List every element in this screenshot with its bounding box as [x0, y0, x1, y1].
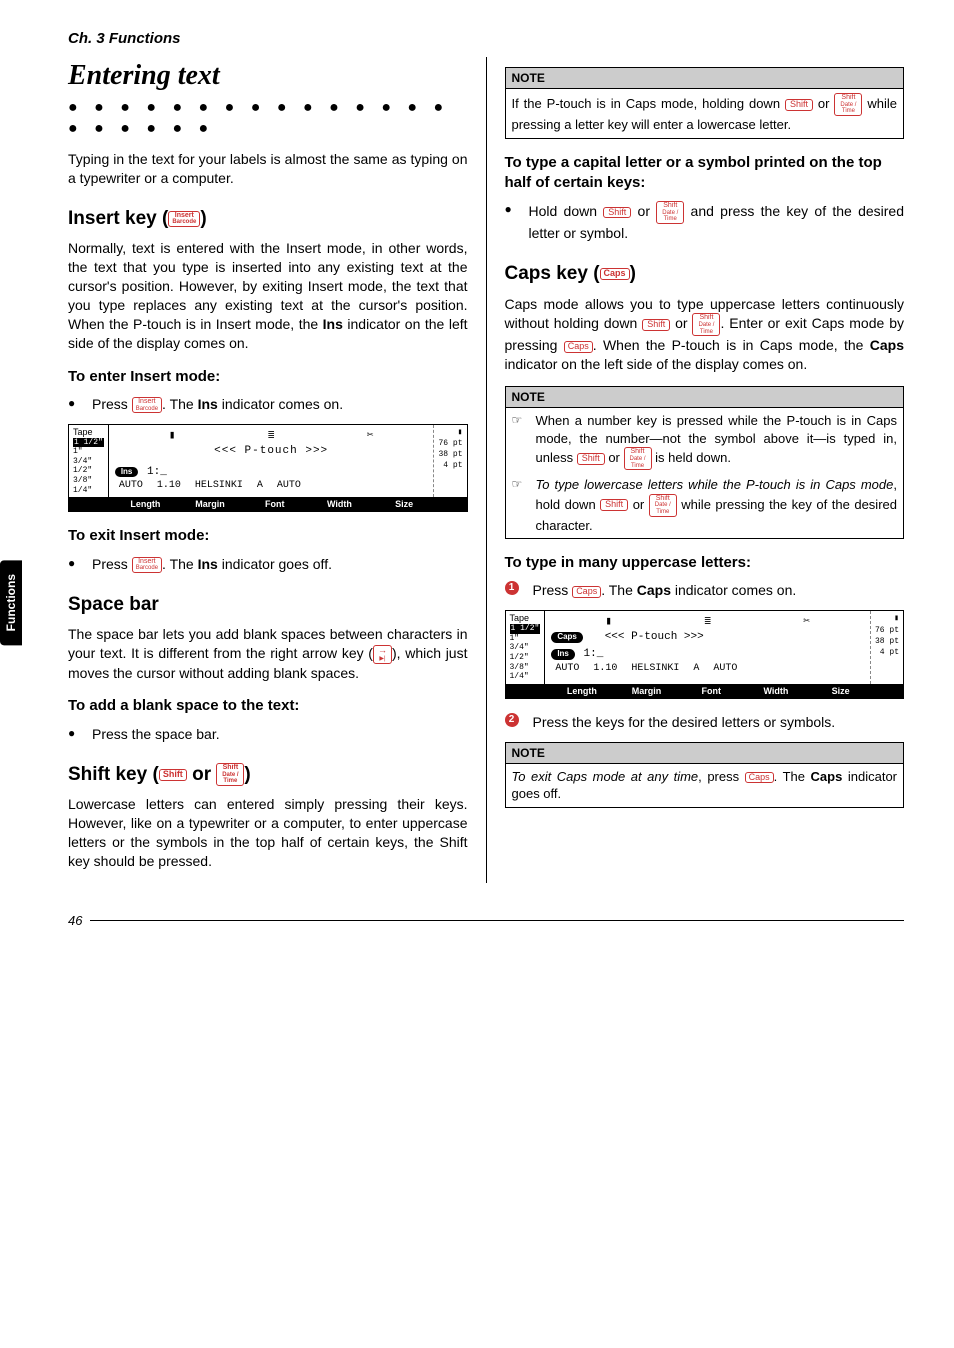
bullet-icon: ● — [68, 395, 78, 411]
insert-keycap-icon: InsertBarcode — [132, 557, 162, 573]
right-arrow-keycap-icon: →▶| — [373, 645, 392, 663]
caps-key-heading: Caps key (Caps) — [505, 261, 905, 287]
page-number: 46 — [68, 913, 82, 928]
lcd-tape-column: Tape 1 1/2" 1" 3/4" 1/2" 3/8" 1/4" — [69, 425, 109, 497]
space-body: The space bar lets you add blank spaces … — [68, 625, 468, 682]
shift-date-keycap-icon: ShiftDate /Time — [649, 494, 677, 517]
exit-insert-step: ● Press InsertBarcode. The Ins indicator… — [68, 555, 468, 574]
add-space-heading: To add a blank space to the text: — [68, 696, 468, 716]
shift-keycap-icon: Shift — [600, 499, 628, 511]
ins-pill: Ins — [551, 649, 575, 660]
shift-keycap-icon: Shift — [785, 99, 813, 111]
caps-keycap-icon: Caps — [600, 268, 630, 280]
shift-date-keycap-icon: ShiftDate /Time — [656, 201, 684, 224]
note-header: NOTE — [506, 743, 904, 764]
insert-heading-text: Insert key ( — [68, 208, 168, 229]
bullet-icon: ● — [68, 555, 78, 571]
caps-keycap-icon: Caps — [745, 772, 774, 784]
note-box-3: NOTE To exit Caps mode at any time, pres… — [505, 742, 905, 808]
bullet-icon: ● — [68, 725, 78, 741]
lcd-display-1: Tape 1 1/2" 1" 3/4" 1/2" 3/8" 1/4" ▮ ≣ ✂… — [68, 424, 468, 513]
title-dots: ● ● ● ● ● ● ● ● ● ● ● ● ● ● ● ● ● ● ● ● … — [68, 97, 468, 140]
pointer-icon: ☞ — [512, 412, 522, 428]
shift-keycap-icon: Shift — [603, 207, 631, 219]
step-1-icon: 1 — [505, 581, 519, 595]
note-header: NOTE — [506, 387, 904, 408]
lcd-label-row: LengthMarginFontWidthSize — [506, 684, 904, 698]
shift-date-keycap-icon: ShiftDate /Time — [834, 93, 862, 116]
side-tab: Functions — [0, 560, 22, 645]
shift-key-heading: Shift key (Shift or ShiftDate /Time) — [68, 762, 468, 788]
lcd-main: ▮ ≣ ✂ <<< P-touch >>> Ins 1:_ AUTO1.10HE… — [109, 425, 434, 497]
note-header: NOTE — [506, 68, 904, 89]
caps-body: Caps mode allows you to type uppercase l… — [505, 295, 905, 375]
insert-keycap-icon: InsertBarcode — [168, 211, 200, 227]
insert-keycap-icon: InsertBarcode — [132, 397, 162, 413]
scissors-icon: ✂ — [803, 616, 810, 628]
note-box-2: NOTE ☞ When a number key is pressed whil… — [505, 386, 905, 539]
shift-date-keycap-icon: ShiftDate /Time — [216, 763, 244, 786]
lcd-main: ▮ ≣ ✂ Caps <<< P-touch >>> Ins 1:_ AUTO1… — [545, 611, 870, 683]
right-column: NOTE If the P-touch is in Caps mode, hol… — [487, 57, 905, 883]
shift-date-keycap-icon: ShiftDate /Time — [624, 447, 652, 470]
scissors-icon: ✂ — [367, 430, 374, 442]
exit-insert-heading: To exit Insert mode: — [68, 526, 468, 546]
shift-keycap-icon: Shift — [159, 769, 187, 781]
space-bar-heading: Space bar — [68, 592, 468, 618]
caps-keycap-icon: Caps — [572, 586, 601, 598]
ins-pill: Ins — [115, 467, 139, 478]
caps-keycap-icon: Caps — [564, 341, 593, 353]
shift-keycap-icon: Shift — [577, 453, 605, 465]
shift-keycap-icon: Shift — [642, 319, 670, 331]
lcd-pt-column: ▮76 pt 38 pt 4 pt — [433, 425, 466, 497]
many-step-2: 2 Press the keys for the desired letters… — [505, 713, 905, 732]
page-title: Entering text — [68, 57, 468, 95]
caps-pill: Caps — [551, 632, 583, 643]
capital-heading: To type a capital letter or a symbol pri… — [505, 153, 905, 194]
pointer-icon: ☞ — [512, 476, 522, 492]
many-upper-heading: To type in many uppercase letters: — [505, 553, 905, 573]
chapter-heading: Ch. 3 Functions — [68, 30, 904, 47]
left-column: Entering text ● ● ● ● ● ● ● ● ● ● ● ● ● … — [68, 57, 487, 883]
shift-body: Lowercase letters can entered simply pre… — [68, 795, 468, 871]
page-footer: 46 — [68, 913, 904, 928]
many-step-1: 1 Press Caps. The Caps indicator comes o… — [505, 581, 905, 600]
enter-insert-step: ● Press InsertBarcode. The Ins indicator… — [68, 395, 468, 414]
insert-body: Normally, text is entered with the Inser… — [68, 239, 468, 352]
enter-insert-heading: To enter Insert mode: — [68, 367, 468, 387]
bullet-icon: ● — [505, 201, 515, 217]
lcd-label-row: LengthMarginFontWidthSize — [69, 497, 467, 511]
capital-step: ● Hold down Shift or ShiftDate /Time and… — [505, 201, 905, 243]
insert-key-heading: Insert key (InsertBarcode) — [68, 206, 468, 232]
step-2-icon: 2 — [505, 713, 519, 727]
insert-heading-end: ) — [200, 208, 206, 229]
lcd-display-2: Tape 1 1/2" 1" 3/4" 1/2" 3/8" 1/4" ▮ ≣ ✂… — [505, 610, 905, 699]
shift-date-keycap-icon: ShiftDate /Time — [692, 313, 720, 336]
note-box-1: NOTE If the P-touch is in Caps mode, hol… — [505, 67, 905, 139]
intro-text: Typing in the text for your labels is al… — [68, 150, 468, 188]
lcd-pt-column: ▮76 pt 38 pt 4 pt — [870, 611, 903, 683]
lcd-tape-column: Tape 1 1/2" 1" 3/4" 1/2" 3/8" 1/4" — [506, 611, 546, 683]
add-space-step: ● Press the space bar. — [68, 725, 468, 744]
